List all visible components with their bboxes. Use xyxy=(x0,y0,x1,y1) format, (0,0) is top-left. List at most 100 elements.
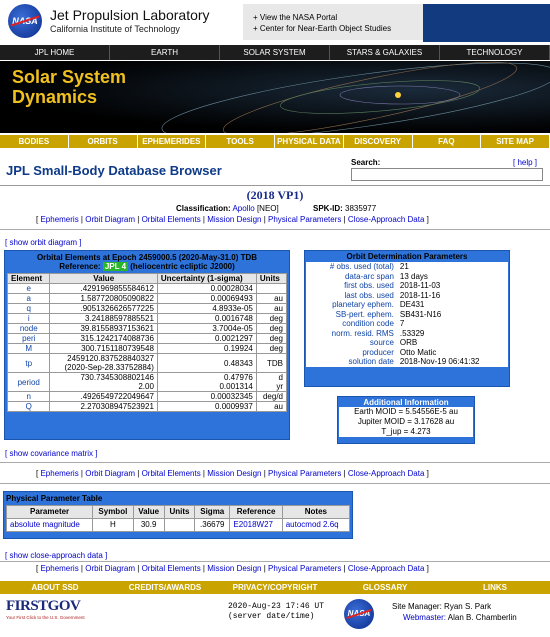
pp-col-header: Units xyxy=(163,505,196,519)
nasa-portal-link[interactable]: + View the NASA Portal xyxy=(253,13,337,22)
element-value: .4926549722049647 xyxy=(49,391,158,402)
footer-glossary[interactable]: GLOSSARY xyxy=(330,581,440,594)
link-ephemeris[interactable]: Ephemeris xyxy=(40,215,78,224)
element-name[interactable]: q xyxy=(6,303,51,314)
help-link[interactable]: [ help ] xyxy=(513,158,537,167)
menu-physical-data[interactable]: PHYSICAL DATA xyxy=(275,135,344,148)
webmaster-link[interactable]: Webmaster: xyxy=(403,613,446,622)
menu-discovery[interactable]: DISCOVERY xyxy=(344,135,413,148)
menu-ephemerides[interactable]: EPHEMERIDES xyxy=(138,135,207,148)
nasa-logo[interactable]: NASA xyxy=(8,4,42,38)
classification-link[interactable]: Apollo xyxy=(232,204,254,213)
show-covariance-link[interactable]: [ show covariance matrix ] xyxy=(5,449,97,458)
nav-jpl-home[interactable]: JPL HOME xyxy=(0,45,110,60)
link-orbital-elements[interactable]: Orbital Elements xyxy=(142,564,201,573)
element-name[interactable]: period xyxy=(6,372,51,392)
element-name[interactable]: n xyxy=(6,391,51,402)
link-orbital-elements[interactable]: Orbital Elements xyxy=(142,215,201,224)
site-manager: Site Manager: Ryan S. Park xyxy=(392,602,492,611)
menu-site-map[interactable]: SITE MAP xyxy=(481,135,550,148)
element-name[interactable]: e xyxy=(6,283,51,294)
element-uncertainty: 0.00028034 xyxy=(156,283,257,294)
link-mission-design[interactable]: Mission Design xyxy=(207,564,261,573)
od-param-name[interactable]: planetary ephem. xyxy=(306,300,397,310)
orbit-determination-title: Orbit Determination Parameters xyxy=(346,252,468,261)
od-param-name[interactable]: first obs. used xyxy=(306,281,397,291)
link-orbital-elements[interactable]: Orbital Elements xyxy=(142,469,201,478)
od-param-name[interactable]: norm. resid. RMS xyxy=(306,329,397,339)
element-name[interactable]: node xyxy=(6,323,51,334)
od-param-name[interactable]: solution date xyxy=(306,357,397,367)
search-input[interactable] xyxy=(351,168,543,181)
pp-cell[interactable]: absolute magnitude xyxy=(5,518,94,532)
od-param-name[interactable]: # obs. used (total) xyxy=(306,262,397,272)
menu-bodies[interactable]: BODIES xyxy=(0,135,69,148)
element-uncertainty: 0.47976 0.001314 xyxy=(156,372,257,392)
link-orbit-diagram[interactable]: Orbit Diagram xyxy=(85,564,135,573)
link-close-approach[interactable]: Close-Approach Data xyxy=(348,564,424,573)
link-ephemeris[interactable]: Ephemeris xyxy=(40,469,78,478)
nav-technology[interactable]: TECHNOLOGY xyxy=(440,45,550,60)
firstgov-logo[interactable]: FIRSTGOV Your First Click to the U.S. Go… xyxy=(6,598,102,628)
link-mission-design[interactable]: Mission Design xyxy=(207,215,261,224)
element-name[interactable]: i xyxy=(6,313,51,324)
neo-studies-link[interactable]: + Center for Near-Earth Object Studies xyxy=(253,24,391,33)
footer-about-ssd[interactable]: ABOUT SSD xyxy=(0,581,110,594)
orbit-determination-table: # obs. used (total) 21 data-arc span 13 day… xyxy=(306,262,508,367)
element-value: 315.1242174088736 xyxy=(49,333,158,344)
menu-orbits[interactable]: ORBITS xyxy=(69,135,138,148)
od-param-value: 2018-11-03 xyxy=(399,281,441,290)
od-param-name[interactable]: data-arc span xyxy=(306,272,397,282)
top-nav: JPL HOME EARTH SOLAR SYSTEM STARS & GALA… xyxy=(0,45,550,60)
element-name[interactable]: a xyxy=(6,293,51,304)
footer-menu: ABOUT SSD CREDITS/AWARDS PRIVACY/COPYRIG… xyxy=(0,581,550,594)
webmaster: Webmaster: Alan B. Chamberlin xyxy=(403,613,517,622)
element-name[interactable]: M xyxy=(6,343,51,354)
od-param-name[interactable]: last obs. used xyxy=(306,291,397,301)
element-value: 39.81558937153621 xyxy=(49,323,158,334)
pp-cell[interactable]: autocmod 2.6q xyxy=(281,518,351,532)
pp-cell[interactable]: E2018W27 xyxy=(229,518,283,532)
menu-faq[interactable]: FAQ xyxy=(413,135,482,148)
element-name[interactable]: peri xyxy=(6,333,51,344)
element-name[interactable]: tp xyxy=(6,353,51,373)
footer-links[interactable]: LINKS xyxy=(440,581,550,594)
link-physical-parameters[interactable]: Physical Parameters xyxy=(268,215,341,224)
od-param-value: 2018-11-16 xyxy=(399,290,441,300)
show-close-approach-link[interactable]: [ show close-approach data ] xyxy=(5,551,107,560)
od-param-value: 21 xyxy=(399,262,409,271)
menu-tools[interactable]: TOOLS xyxy=(206,135,275,148)
show-orbit-diagram-link[interactable]: [ show orbit diagram ] xyxy=(5,238,81,247)
od-param-name[interactable]: producer xyxy=(306,348,397,358)
pp-col-header: Reference xyxy=(229,505,283,519)
divider xyxy=(0,483,550,484)
nasa-footer-logo[interactable]: NASA xyxy=(344,599,374,629)
nav-stars-galaxies[interactable]: STARS & GALAXIES xyxy=(330,45,440,60)
od-row: condition code 7 xyxy=(306,319,508,329)
link-physical-parameters[interactable]: Physical Parameters xyxy=(268,469,341,478)
element-units: deg/d xyxy=(255,391,288,402)
link-ephemeris[interactable]: Ephemeris xyxy=(40,564,78,573)
link-mission-design[interactable]: Mission Design xyxy=(207,469,261,478)
nav-solar-system[interactable]: SOLAR SYSTEM xyxy=(220,45,330,60)
footer-credits[interactable]: CREDITS/AWARDS xyxy=(110,581,220,594)
link-close-approach[interactable]: Close-Approach Data xyxy=(348,215,424,224)
od-param-name[interactable]: source xyxy=(306,338,397,348)
od-param-name[interactable]: condition code xyxy=(306,319,397,329)
org-title[interactable]: Jet Propulsion Laboratory xyxy=(50,7,210,23)
element-value: .9051326626577225 xyxy=(49,303,158,314)
link-orbit-diagram[interactable]: Orbit Diagram xyxy=(85,469,135,478)
od-param-value: ORB xyxy=(399,338,418,347)
element-value: 3.24188597885521 xyxy=(49,313,158,324)
nav-earth[interactable]: EARTH xyxy=(110,45,220,60)
pp-col-header: Parameter xyxy=(5,505,94,519)
od-param-name[interactable]: SB-pert. ephem. xyxy=(306,310,397,320)
link-orbit-diagram[interactable]: Orbit Diagram xyxy=(85,215,135,224)
footer-privacy[interactable]: PRIVACY/COPYRIGHT xyxy=(220,581,330,594)
orbital-elements-title: Orbital Elements at Epoch 2459000.5 (202… xyxy=(36,253,258,262)
additional-info-body: Earth MOID = 5.54556E-5 au Jupiter MOID … xyxy=(339,407,473,437)
element-units: TDB xyxy=(255,353,288,373)
link-close-approach[interactable]: Close-Approach Data xyxy=(348,469,424,478)
link-physical-parameters[interactable]: Physical Parameters xyxy=(268,564,341,573)
element-name[interactable]: Q xyxy=(6,401,51,412)
